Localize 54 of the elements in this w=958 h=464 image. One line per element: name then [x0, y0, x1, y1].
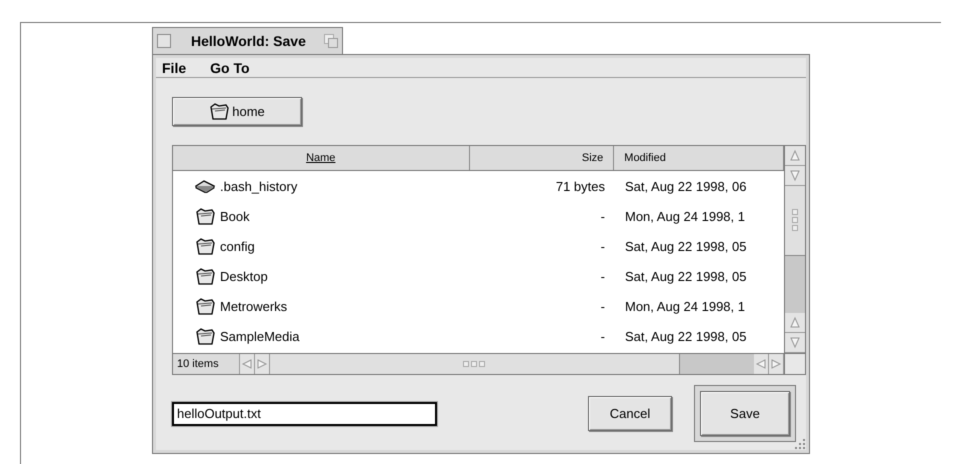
dialog-button[interactable]: Cancel — [588, 396, 672, 431]
scroll-down-icon — [789, 169, 801, 182]
filename-field[interactable]: helloOutput.txt — [172, 402, 437, 426]
scroll-up-icon — [789, 316, 801, 329]
folder-icon — [195, 238, 215, 254]
grip-icon — [462, 361, 486, 367]
grip-icon — [792, 208, 798, 232]
location-button[interactable]: home — [172, 97, 302, 126]
scroll-right-icon — [256, 358, 268, 370]
file-row[interactable]: Book - Mon, Aug 24 1998, 1 — [173, 201, 784, 231]
file-name: Desktop — [220, 268, 268, 284]
file-name: .bash_history — [220, 178, 298, 194]
file-size: - — [600, 268, 606, 284]
folder-icon — [195, 298, 215, 314]
file-modified: Sat, Aug 22 1998, 05 — [624, 238, 746, 254]
file-modified: Sat, Aug 22 1998, 06 — [624, 178, 746, 194]
folder-icon — [195, 328, 215, 344]
file-size: - — [600, 298, 606, 314]
file-size: - — [600, 238, 606, 254]
scroll-up-icon — [789, 149, 801, 162]
file-name: Book — [220, 208, 250, 224]
scroll-down-icon — [789, 336, 801, 349]
resize-grip-icon[interactable] — [792, 436, 808, 452]
menu-item[interactable]: Go To — [210, 60, 250, 76]
dialog-button[interactable]: Save — [700, 391, 790, 436]
file-row[interactable]: Desktop - Sat, Aug 22 1998, 05 — [173, 261, 784, 291]
file-size: 71 bytes — [554, 178, 606, 194]
file-modified: Mon, Aug 24 1998, 1 — [624, 208, 745, 224]
file-name: SampleMedia — [220, 328, 300, 344]
window-title: HelloWorld: Save — [190, 33, 307, 49]
folder-icon — [209, 103, 230, 120]
file-icon — [195, 180, 215, 192]
folder-icon — [195, 268, 215, 284]
file-modified: Mon, Aug 24 1998, 1 — [624, 298, 745, 314]
close-icon[interactable] — [157, 34, 171, 48]
file-size: - — [600, 208, 606, 224]
zoom-icon[interactable] — [324, 34, 338, 48]
vertical-scrollbar[interactable] — [784, 146, 805, 353]
file-row[interactable]: SampleMedia - Sat, Aug 22 1998, 05 — [173, 321, 784, 351]
folder-icon — [195, 208, 215, 224]
file-row[interactable]: config - Sat, Aug 22 1998, 05 — [173, 231, 784, 261]
column-header[interactable]: Size — [470, 146, 614, 170]
horizontal-scroll-thumb[interactable] — [270, 354, 680, 374]
file-row[interactable]: .bash_history 71 bytes Sat, Aug 22 1998, 06 — [173, 171, 784, 201]
file-modified: Sat, Aug 22 1998, 05 — [624, 268, 746, 284]
file-size: - — [600, 328, 606, 344]
file-modified: Sat, Aug 22 1998, 05 — [624, 328, 746, 344]
file-row[interactable]: Metrowerks - Mon, Aug 24 1998, 1 — [173, 291, 784, 321]
column-header[interactable]: Name — [173, 146, 470, 170]
scroll-right-icon — [770, 358, 782, 370]
file-name: config — [220, 238, 255, 254]
menu-item[interactable]: File — [162, 60, 186, 76]
scroll-left-icon — [241, 358, 253, 370]
file-name: Metrowerks — [220, 298, 288, 314]
